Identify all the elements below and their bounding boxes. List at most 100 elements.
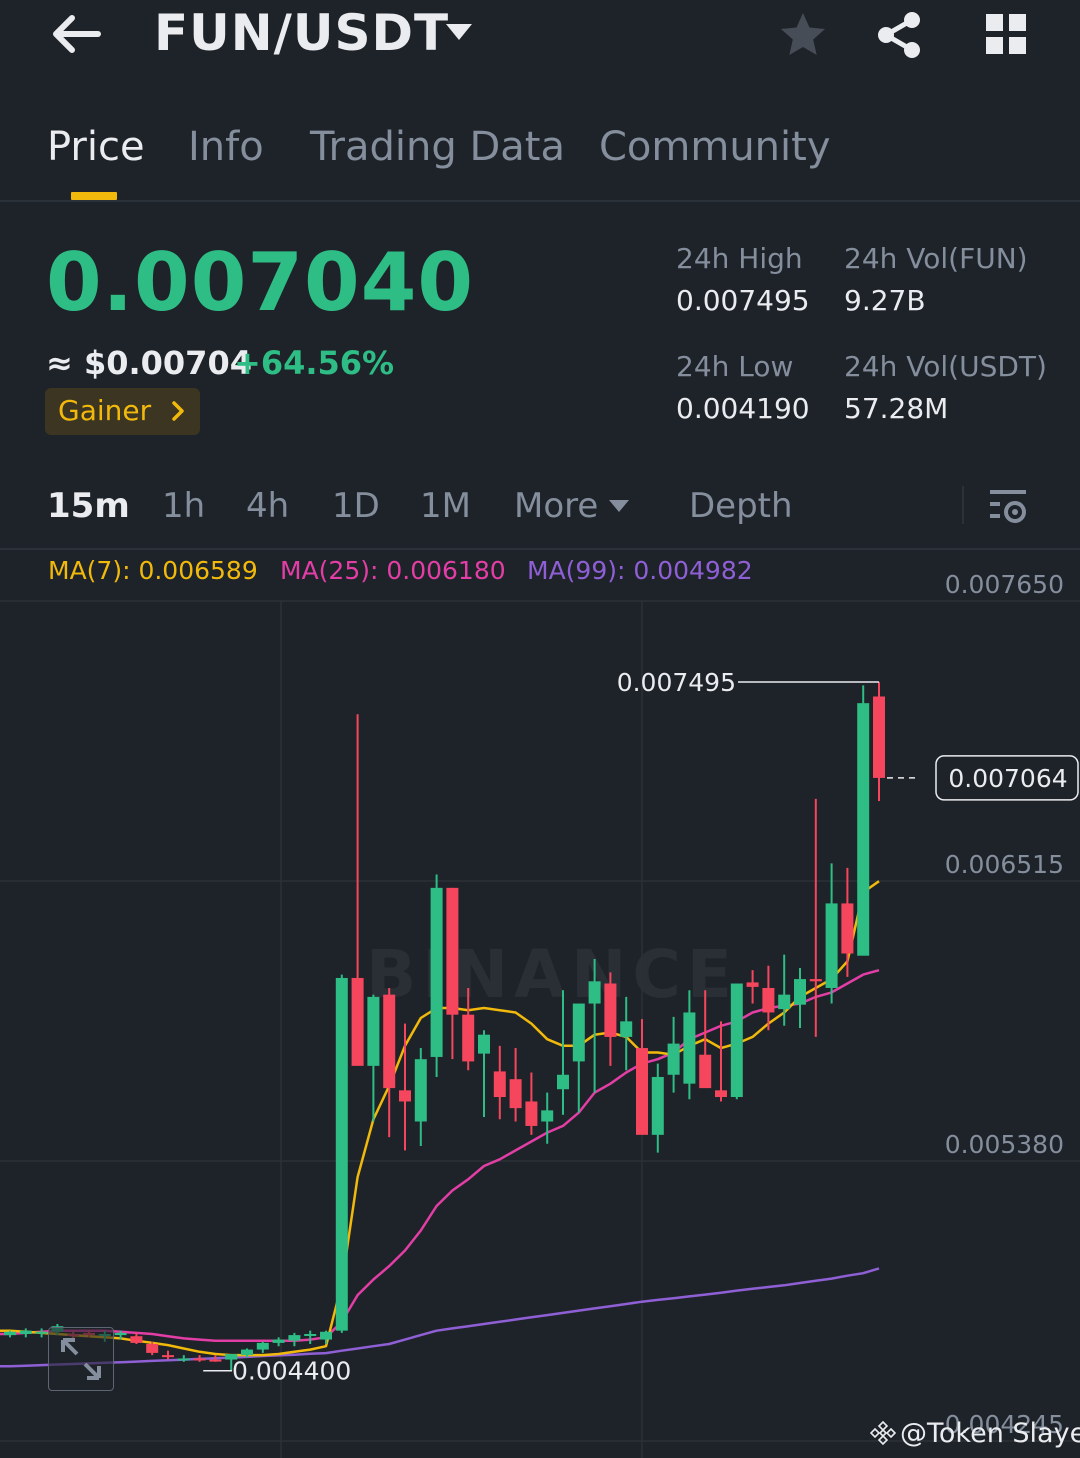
candle bbox=[557, 990, 569, 1115]
candle-body bbox=[809, 979, 822, 982]
tab-trading-data[interactable]: Trading Data bbox=[310, 124, 565, 170]
candle bbox=[620, 996, 633, 1071]
stat-low-value: 0.004190 bbox=[676, 392, 810, 425]
candle bbox=[367, 994, 380, 1122]
candle-body bbox=[746, 982, 759, 987]
candle-body bbox=[604, 983, 617, 1037]
candle-body bbox=[177, 1358, 190, 1361]
interval-bar: 15m 1h 4h 1D 1M More Depth bbox=[0, 470, 1080, 550]
y-tick-label: 0.005380 bbox=[945, 1130, 1064, 1159]
candle bbox=[809, 798, 822, 1037]
tab-bar: Price Info Trading Data Community bbox=[0, 110, 1080, 202]
interval-divider bbox=[962, 486, 964, 524]
candle-body bbox=[114, 1332, 127, 1336]
candle-body bbox=[873, 696, 885, 778]
candle-body bbox=[4, 1331, 16, 1336]
candle-body bbox=[399, 1090, 411, 1102]
candle-body bbox=[414, 1059, 427, 1122]
tab-community[interactable]: Community bbox=[599, 124, 831, 170]
candle-body bbox=[35, 1331, 48, 1334]
candle-body bbox=[320, 1331, 332, 1340]
top-bar: FUN/USDT bbox=[0, 0, 1080, 80]
candle-body bbox=[209, 1359, 222, 1362]
credit-watermark: @Token Slayer bbox=[870, 1418, 1080, 1449]
chart-settings-icon[interactable] bbox=[988, 486, 1028, 526]
interval-more[interactable]: More bbox=[514, 486, 598, 526]
candle-body bbox=[730, 983, 743, 1098]
candle-body bbox=[130, 1336, 143, 1343]
candle bbox=[746, 970, 759, 1004]
candle bbox=[730, 983, 743, 1100]
depth-tab[interactable]: Depth bbox=[689, 486, 793, 526]
stat-high-value: 0.007495 bbox=[676, 284, 810, 317]
candle bbox=[857, 685, 870, 956]
candle-body bbox=[794, 979, 806, 1005]
approx-usd-price: ≈ $0.00704 bbox=[46, 344, 252, 382]
y-tick-label: 0.007650 bbox=[945, 570, 1064, 599]
candle bbox=[446, 887, 459, 1060]
interval-15m[interactable]: 15m bbox=[47, 486, 130, 526]
candle-body bbox=[446, 887, 459, 1015]
high-marker-label: 0.007495 bbox=[617, 668, 736, 697]
candle-body bbox=[288, 1335, 301, 1341]
ma7-label: MA(7): 0.006589 bbox=[48, 556, 258, 585]
candle bbox=[873, 682, 885, 802]
price-change-percent: +64.56% bbox=[234, 344, 395, 382]
candle bbox=[320, 1330, 332, 1345]
candle bbox=[478, 1030, 490, 1118]
interval-1d[interactable]: 1D bbox=[332, 486, 380, 526]
candle-body bbox=[193, 1358, 206, 1361]
ma25-label: MA(25): 0.006180 bbox=[280, 556, 506, 585]
stat-high-label: 24h High bbox=[676, 242, 803, 275]
candlestick-chart[interactable]: 0.007495 0.004400 0.007064 0.007650 0.0065… bbox=[0, 552, 1080, 1458]
candle bbox=[604, 972, 617, 1066]
candle-body bbox=[699, 1054, 712, 1089]
interval-4h[interactable]: 4h bbox=[246, 486, 289, 526]
candle-body bbox=[509, 1079, 522, 1109]
candle-body bbox=[667, 1043, 680, 1075]
candle bbox=[462, 987, 475, 1071]
candle bbox=[509, 1048, 522, 1122]
candle-body bbox=[241, 1349, 253, 1356]
candle-body bbox=[683, 1012, 696, 1084]
candle bbox=[272, 1337, 285, 1347]
candle-body bbox=[588, 981, 601, 1004]
candle-body bbox=[462, 1014, 475, 1062]
candle bbox=[525, 1072, 538, 1135]
candle bbox=[335, 974, 348, 1333]
tab-info[interactable]: Info bbox=[188, 124, 264, 170]
star-icon[interactable] bbox=[778, 10, 828, 60]
candle bbox=[667, 1016, 680, 1093]
ma99-label: MA(99): 0.004982 bbox=[527, 556, 753, 585]
candle-body bbox=[19, 1330, 32, 1334]
grid-icon[interactable] bbox=[984, 12, 1028, 56]
back-arrow-icon[interactable] bbox=[48, 12, 104, 56]
share-icon[interactable] bbox=[874, 10, 924, 60]
candle bbox=[636, 1019, 648, 1135]
gainer-label: Gainer bbox=[58, 394, 152, 427]
candle-body bbox=[383, 994, 396, 1089]
stat-vol-base-value: 9.27B bbox=[844, 284, 926, 317]
chart-expand-button[interactable] bbox=[48, 1327, 114, 1391]
tab-price[interactable]: Price bbox=[47, 124, 145, 170]
interval-1m[interactable]: 1M bbox=[420, 486, 471, 526]
candle-body bbox=[778, 994, 791, 1010]
candle bbox=[351, 714, 364, 1066]
candle bbox=[399, 1023, 411, 1151]
chevron-right-icon bbox=[172, 401, 184, 421]
candle bbox=[256, 1341, 269, 1353]
candle bbox=[430, 874, 443, 1077]
candle bbox=[841, 867, 854, 977]
candle-body bbox=[857, 703, 870, 956]
candle bbox=[383, 987, 396, 1138]
gainer-badge[interactable]: Gainer bbox=[45, 388, 200, 435]
candle-body bbox=[335, 977, 348, 1331]
candle bbox=[825, 863, 838, 1004]
interval-1h[interactable]: 1h bbox=[162, 486, 205, 526]
chart-grid bbox=[0, 600, 1080, 1458]
caret-down-icon[interactable] bbox=[446, 24, 472, 40]
current-price-label: 0.007064 bbox=[948, 764, 1067, 793]
y-tick-label: 0.006515 bbox=[945, 850, 1064, 879]
pair-title[interactable]: FUN/USDT bbox=[154, 4, 449, 62]
candle bbox=[19, 1328, 32, 1338]
